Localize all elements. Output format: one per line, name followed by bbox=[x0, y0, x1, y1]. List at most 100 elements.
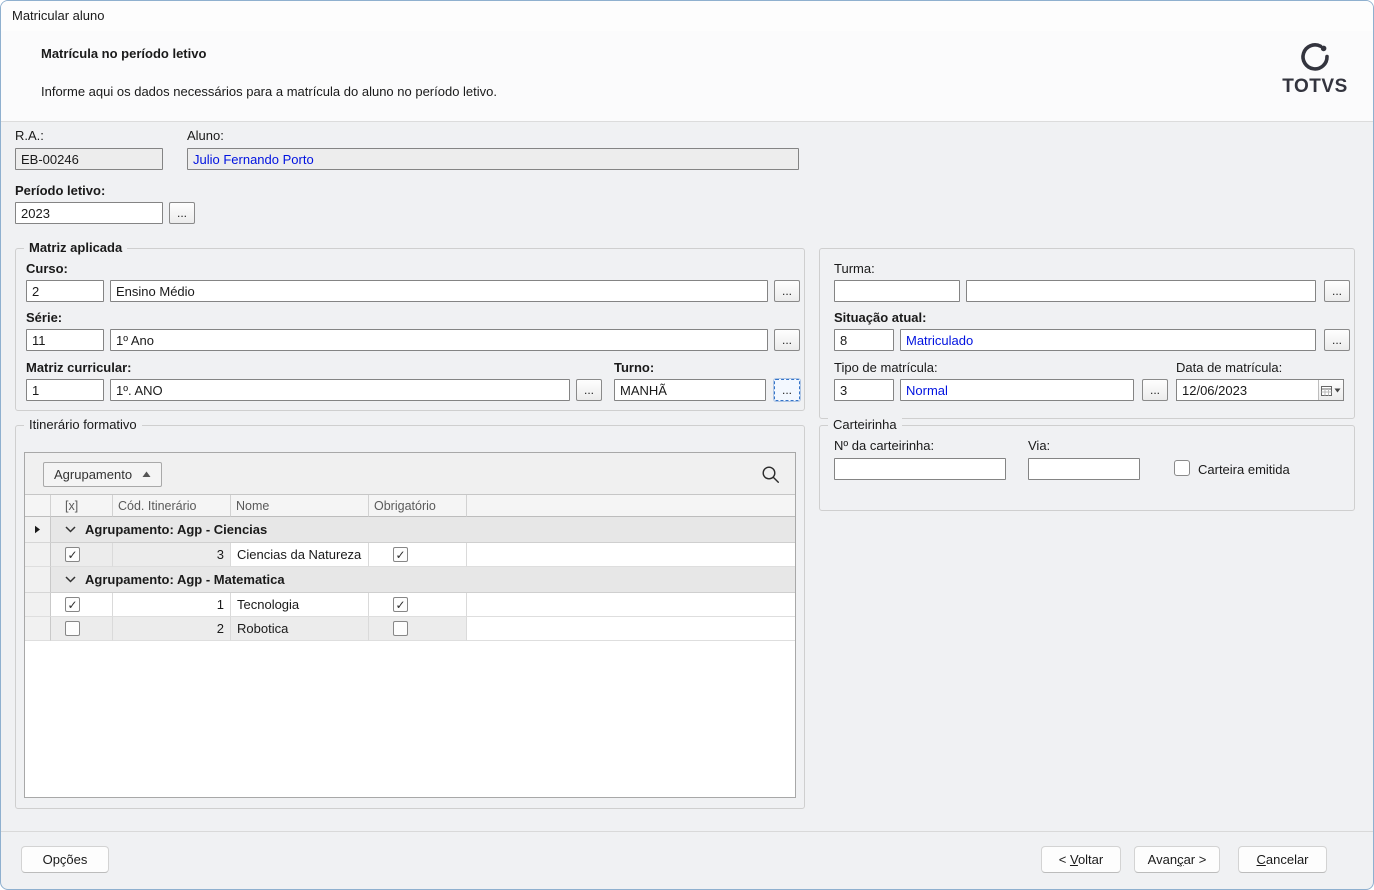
group-label: Agrupamento: Agp - Matematica bbox=[85, 572, 285, 587]
via-input[interactable] bbox=[1028, 458, 1140, 480]
serie-browse-button[interactable]: ... bbox=[774, 329, 800, 351]
row-select-checkbox[interactable] bbox=[65, 621, 80, 636]
cancelar-label-post: ancelar bbox=[1266, 852, 1309, 867]
tipo-matricula-browse-button[interactable]: ... bbox=[1142, 379, 1168, 401]
matriz-curricular-code-input[interactable] bbox=[26, 379, 104, 401]
turma-name-input[interactable] bbox=[966, 280, 1316, 302]
turma-label: Turma: bbox=[834, 261, 875, 276]
row-filler-cell bbox=[467, 543, 795, 567]
obrigatorio-checkbox[interactable] bbox=[393, 597, 408, 612]
matriz-curricular-label: Matriz curricular: bbox=[26, 360, 131, 375]
column-header-select[interactable]: [x] bbox=[51, 495, 113, 517]
row-select-checkbox[interactable] bbox=[65, 547, 80, 562]
column-header-obrigatorio[interactable]: Obrigatório bbox=[369, 495, 467, 517]
opcoes-button[interactable]: Opções bbox=[21, 846, 109, 873]
periodo-letivo-label: Período letivo: bbox=[15, 183, 105, 198]
data-matricula-value: 12/06/2023 bbox=[1177, 383, 1318, 398]
matriz-curricular-browse-button[interactable]: ... bbox=[576, 379, 602, 401]
table-row[interactable]: 1 Tecnologia bbox=[25, 593, 795, 617]
turno-input[interactable] bbox=[614, 379, 766, 401]
window-titlebar[interactable]: Matricular aluno bbox=[1, 1, 1373, 31]
row-filler-cell bbox=[467, 593, 795, 617]
avancar-label-post: ar > bbox=[1184, 852, 1207, 867]
serie-label: Série: bbox=[26, 310, 62, 325]
codigo-cell: 1 bbox=[113, 593, 231, 617]
totvs-brand-text: TOTVS bbox=[1273, 76, 1357, 98]
nome-cell: Tecnologia bbox=[231, 593, 369, 617]
column-header-filler bbox=[467, 495, 795, 517]
row-indicator-cell bbox=[25, 593, 51, 617]
column-header-nome[interactable]: Nome bbox=[231, 495, 369, 517]
nome-cell: Robotica bbox=[231, 617, 369, 641]
serie-code-input[interactable] bbox=[26, 329, 104, 351]
nome-cell: Ciencias da Natureza bbox=[231, 543, 369, 567]
group-row-matematica[interactable]: Agrupamento: Agp - Matematica bbox=[25, 567, 795, 593]
periodo-letivo-input[interactable] bbox=[15, 202, 163, 224]
codigo-cell: 3 bbox=[113, 543, 231, 567]
agrupamento-group-label: Agrupamento bbox=[54, 467, 132, 482]
curso-browse-button[interactable]: ... bbox=[774, 280, 800, 302]
turma-browse-button[interactable]: ... bbox=[1324, 280, 1350, 302]
dropdown-arrow-icon bbox=[1334, 388, 1341, 393]
codigo-cell: 2 bbox=[113, 617, 231, 641]
calendar-dropdown-button[interactable] bbox=[1318, 380, 1343, 400]
table-row[interactable]: 3 Ciencias da Natureza bbox=[25, 543, 795, 567]
ra-label: R.A.: bbox=[15, 128, 44, 143]
row-select-checkbox[interactable] bbox=[65, 597, 80, 612]
footer-divider bbox=[1, 831, 1373, 832]
chevron-down-icon bbox=[65, 576, 76, 583]
voltar-button[interactable]: < Voltar bbox=[1041, 846, 1121, 873]
matriz-curricular-name-display bbox=[110, 379, 570, 401]
situacao-code-input[interactable] bbox=[834, 329, 894, 351]
group-label: Agrupamento: Agp - Ciencias bbox=[85, 522, 267, 537]
via-label: Via: bbox=[1028, 438, 1050, 453]
itinerario-groupbox: Itinerário formativo Agrupamento [x] bbox=[15, 425, 805, 809]
group-row-ciencias[interactable]: Agrupamento: Agp - Ciencias bbox=[25, 517, 795, 543]
carteira-emitida-label: Carteira emitida bbox=[1198, 462, 1290, 477]
header-title: Matrícula no período letivo bbox=[41, 46, 206, 61]
group-row-label-cell: Agrupamento: Agp - Ciencias bbox=[51, 517, 795, 543]
curso-code-input[interactable] bbox=[26, 280, 104, 302]
grid-header-row: [x] Cód. Itinerário Nome Obrigatório bbox=[25, 495, 795, 517]
wizard-header: Matrícula no período letivo Informe aqui… bbox=[1, 31, 1373, 122]
row-filler-cell bbox=[467, 617, 795, 641]
avancar-button[interactable]: Avançar > bbox=[1134, 846, 1220, 873]
search-icon[interactable] bbox=[760, 464, 781, 485]
avancar-label-pre: Avan bbox=[1148, 852, 1177, 867]
matriz-aplicada-groupbox: Matriz aplicada Curso: ... Série: ... Ma… bbox=[15, 248, 805, 411]
turma-code-input[interactable] bbox=[834, 280, 960, 302]
numero-carteirinha-input[interactable] bbox=[834, 458, 1006, 480]
current-row-icon bbox=[34, 525, 41, 534]
row-indicator-cell bbox=[25, 543, 51, 567]
totvs-logo-icon bbox=[1299, 41, 1331, 73]
data-matricula-label: Data de matrícula: bbox=[1176, 360, 1282, 375]
serie-name-display bbox=[110, 329, 768, 351]
data-matricula-input[interactable]: 12/06/2023 bbox=[1176, 379, 1344, 401]
carteirinha-title: Carteirinha bbox=[828, 417, 902, 432]
obrigatorio-checkbox[interactable] bbox=[393, 547, 408, 562]
sort-asc-icon bbox=[142, 471, 151, 478]
row-indicator-cell bbox=[25, 567, 51, 593]
window-title: Matricular aluno bbox=[12, 8, 105, 23]
cancelar-button[interactable]: Cancelar bbox=[1238, 846, 1327, 873]
table-row[interactable]: 2 Robotica bbox=[25, 617, 795, 641]
curso-label: Curso: bbox=[26, 261, 68, 276]
situacao-browse-button[interactable]: ... bbox=[1324, 329, 1350, 351]
carteira-emitida-checkbox[interactable] bbox=[1174, 460, 1190, 476]
column-header-codigo[interactable]: Cód. Itinerário bbox=[113, 495, 231, 517]
row-indicator-cell bbox=[25, 617, 51, 641]
agrupamento-group-button[interactable]: Agrupamento bbox=[43, 462, 162, 487]
voltar-label-key: V bbox=[1070, 852, 1078, 867]
turno-browse-button[interactable]: ... bbox=[774, 379, 800, 401]
totvs-logo: TOTVS bbox=[1273, 41, 1357, 98]
carteirinha-groupbox: Carteirinha Nº da carteirinha: Via: Cart… bbox=[819, 425, 1355, 511]
obrigatorio-checkbox[interactable] bbox=[393, 621, 408, 636]
turno-label: Turno: bbox=[614, 360, 654, 375]
periodo-letivo-browse-button[interactable]: ... bbox=[169, 202, 195, 224]
matricular-aluno-window: Matricular aluno Matrícula no período le… bbox=[0, 0, 1374, 890]
tipo-matricula-code-input[interactable] bbox=[834, 379, 894, 401]
chevron-down-icon bbox=[65, 526, 76, 533]
row-indicator-cell bbox=[25, 517, 51, 543]
voltar-label-pre: < bbox=[1059, 852, 1070, 867]
numero-carteirinha-label: Nº da carteirinha: bbox=[834, 438, 934, 453]
